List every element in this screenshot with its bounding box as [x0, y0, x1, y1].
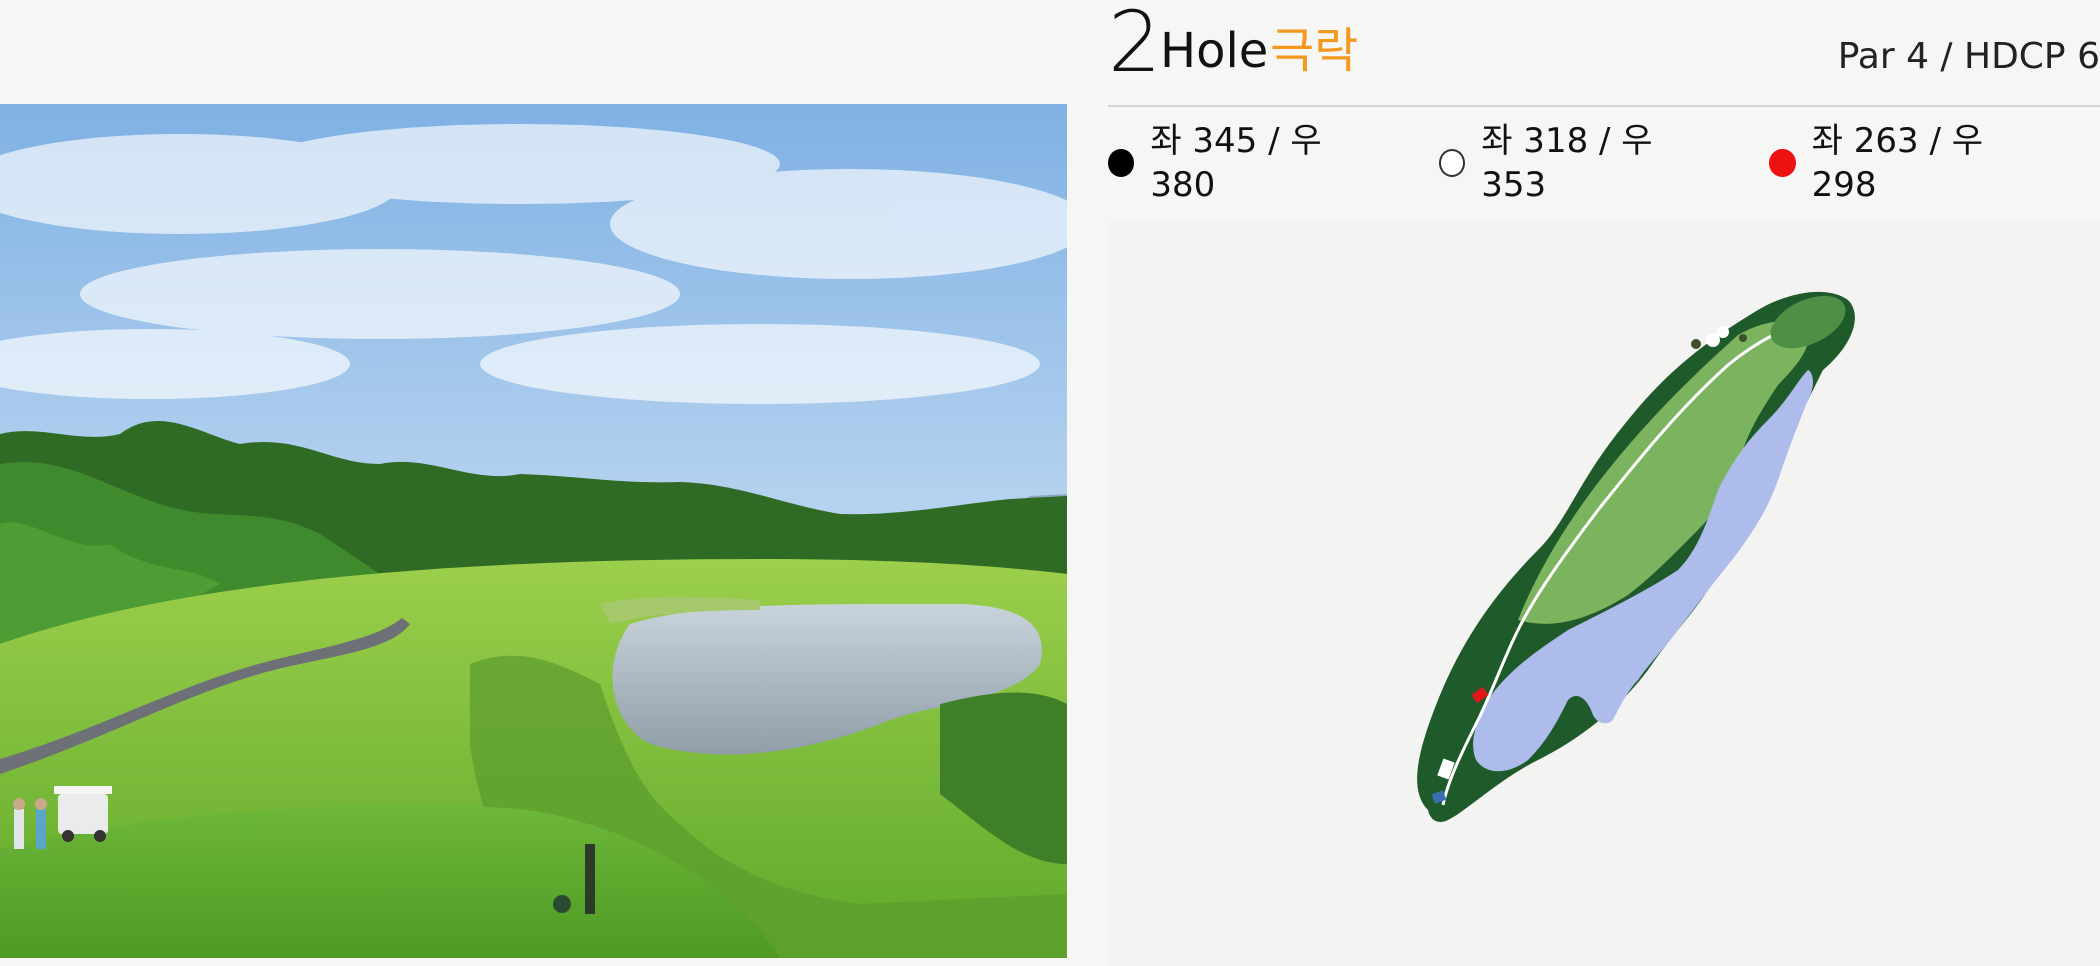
hole-name: 극락 — [1270, 23, 1359, 79]
tee-distance-black: 좌 345 / 우 380 — [1108, 119, 1383, 207]
tee-distance-text: 좌 263 / 우 298 — [1811, 121, 1984, 205]
white-tee-dot-icon — [1438, 149, 1466, 177]
bunker — [1717, 326, 1729, 338]
red-tee-dot-icon — [1769, 149, 1796, 177]
course-photo — [0, 104, 1067, 958]
hole-header: 2 Hole 극락 Par 4 / HDCP 6 — [1108, 0, 2100, 107]
bunker-dark — [1739, 334, 1747, 342]
hole-label: Hole — [1160, 23, 1269, 79]
tee-distance-red: 좌 263 / 우 298 — [1769, 119, 2044, 207]
tee-distance-list: 좌 345 / 우 380 좌 318 / 우 353 좌 263 / 우 29… — [1108, 121, 2100, 205]
tee-distance-text: 좌 318 / 우 353 — [1481, 121, 1653, 205]
hole-layout-map — [1108, 220, 2100, 966]
black-tee-dot-icon — [1108, 149, 1135, 177]
tee-distance-white: 좌 318 / 우 353 — [1438, 119, 1714, 207]
tee-distance-text: 좌 345 / 우 380 — [1150, 121, 1322, 205]
hole-number: 2 — [1108, 0, 1161, 91]
par-handicap-info: Par 4 / HDCP 6 — [1837, 36, 2100, 77]
bunker-dark — [1691, 339, 1701, 349]
